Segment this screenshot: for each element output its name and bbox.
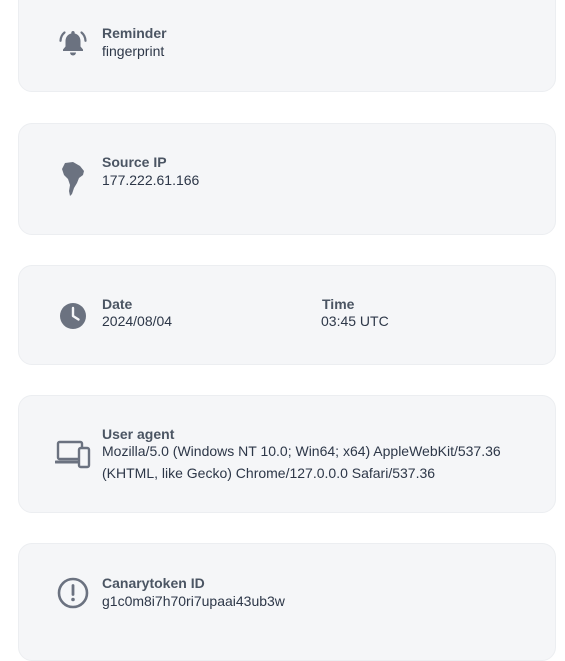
source-ip-value: 177.222.61.166 [102, 172, 200, 188]
south-america-map-icon [55, 161, 91, 197]
alert-circle-icon [55, 575, 91, 611]
source-ip-card: Source IP 177.222.61.166 [18, 123, 556, 235]
reminder-value: fingerprint [102, 43, 165, 59]
devices-icon [55, 436, 91, 472]
reminder-card: Reminder fingerprint [18, 0, 556, 92]
datetime-card: Date 2024/08/04 Time 03:45 UTC [18, 265, 556, 365]
canarytoken-value: g1c0m8i7h70ri7upaai43ub3w [102, 593, 285, 609]
bell-icon [55, 25, 91, 61]
user-agent-value-line2: (KHTML, like Gecko) Chrome/127.0.0.0 Saf… [102, 465, 436, 481]
clock-icon [55, 298, 91, 334]
time-value: 03:45 UTC [321, 313, 389, 329]
canarytoken-card: Canarytoken ID g1c0m8i7h70ri7upaai43ub3w [18, 543, 556, 661]
user-agent-value-line1: Mozilla/5.0 (Windows NT 10.0; Win64; x64… [102, 443, 501, 459]
user-agent-card: User agent Mozilla/5.0 (Windows NT 10.0;… [18, 395, 556, 513]
date-value: 2024/08/04 [102, 313, 173, 329]
